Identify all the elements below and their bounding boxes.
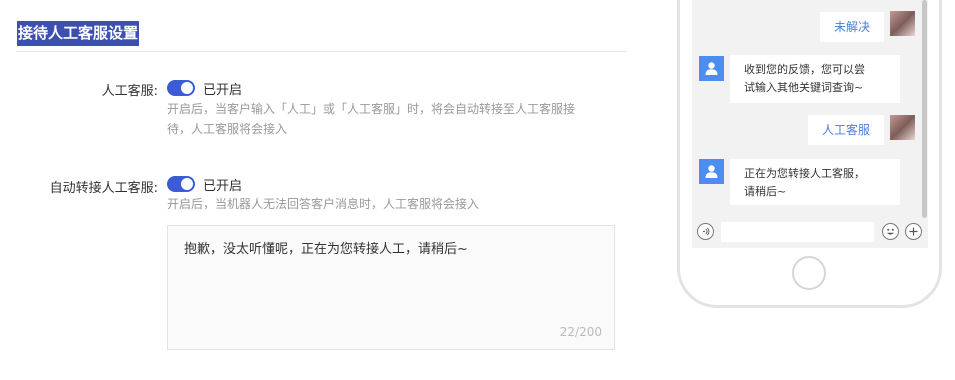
phone-home-button — [792, 256, 826, 290]
toggle-knob — [181, 82, 193, 94]
auto-transfer-status: 已开启 — [203, 179, 243, 194]
human-service-help-line2: 待，人工客服将会接入 — [167, 122, 288, 136]
bot-avatar-icon — [705, 165, 718, 178]
user-message-bubble: 未解决 — [820, 12, 884, 42]
bot-message-line2: 请稍后~ — [744, 185, 787, 198]
human-service-help-line1: 开启后，当客户输入「人工」或「人工客服」时，将会自动转接至人工客服接 — [167, 102, 576, 116]
bot-avatar — [699, 56, 724, 81]
reply-textarea[interactable]: 抱歉，没太听懂呢，正在为您转接人工，请稍后~ 22/200 — [167, 225, 615, 350]
user-avatar — [890, 11, 915, 36]
voice-icon[interactable] — [697, 223, 714, 240]
user-message-bubble: 人工客服 — [808, 115, 884, 145]
bot-message-line1: 收到您的反馈，您可以尝 — [744, 63, 865, 76]
human-service-label: 人工客服: — [101, 84, 158, 99]
auto-transfer-toggle[interactable] — [167, 176, 195, 192]
human-service-status: 已开启 — [203, 83, 243, 98]
emoji-icon[interactable] — [882, 223, 899, 240]
chat-input[interactable] — [721, 222, 874, 242]
section-title: 接待人工客服设置 — [17, 21, 140, 46]
bot-message-line1: 正在为您转接人工客服， — [744, 167, 865, 180]
bot-avatar — [699, 159, 724, 184]
auto-transfer-help: 开启后，当机器人无法回答客户消息时，人工客服将会接入 — [167, 197, 480, 211]
chat-scrollbar[interactable] — [922, 0, 927, 218]
title-divider — [17, 51, 627, 52]
user-avatar — [890, 115, 915, 140]
plus-icon[interactable] — [905, 223, 922, 240]
bot-message-line2: 试输入其他关键词查询~ — [744, 81, 864, 94]
bot-message-bubble: 正在为您转接人工客服， 请稍后~ — [730, 159, 900, 205]
human-service-toggle[interactable] — [167, 80, 195, 96]
auto-transfer-label: 自动转接人工客服: — [49, 181, 158, 196]
reply-text[interactable]: 抱歉，没太听懂呢，正在为您转接人工，请稍后~ — [184, 238, 468, 257]
reply-char-count: 22/200 — [559, 325, 602, 339]
bot-message-bubble: 收到您的反馈，您可以尝 试输入其他关键词查询~ — [730, 55, 900, 103]
bot-avatar-icon — [705, 62, 718, 75]
toggle-knob — [181, 178, 193, 190]
